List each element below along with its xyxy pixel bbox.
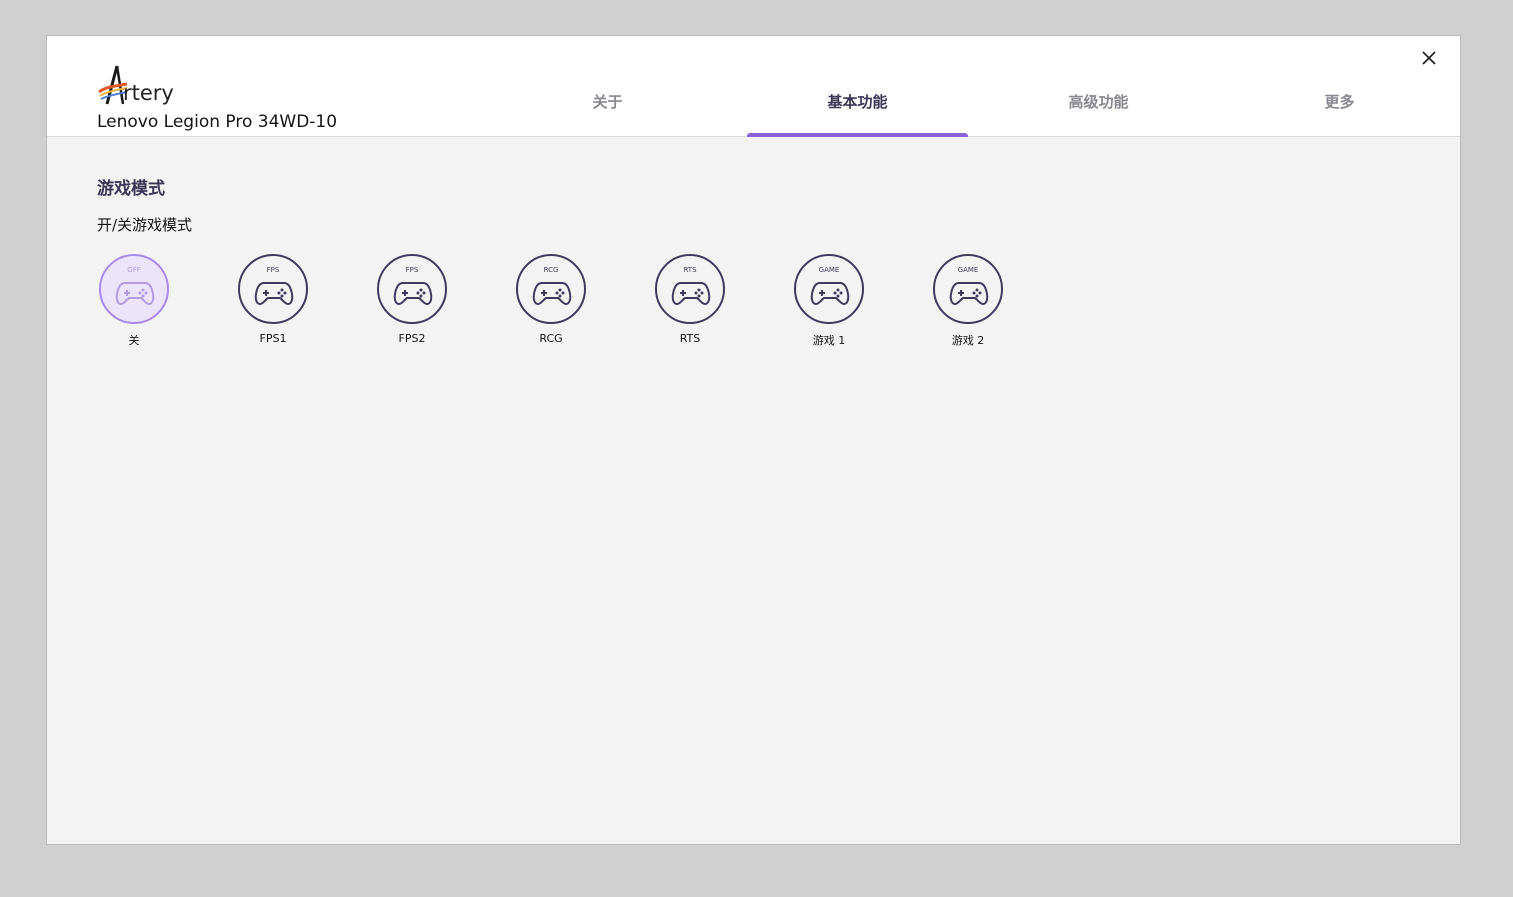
tab-active-indicator — [747, 133, 968, 137]
mode-badge: OFF — [127, 266, 141, 274]
mode-circle: OFF — [99, 254, 169, 324]
mode-badge: RTS — [683, 266, 697, 274]
gamepad-icon — [532, 282, 572, 306]
tab-label: 关于 — [592, 93, 623, 111]
game-mode-rcg-button[interactable]: RCG RCG — [514, 254, 588, 354]
game-mode-fps1-button[interactable]: FPS FPS1 — [236, 254, 310, 354]
section-title: 游戏模式 — [97, 179, 165, 199]
game-mode-game2-button[interactable]: GAME 游戏 2 — [931, 254, 1005, 354]
gamepad-icon — [810, 282, 850, 306]
main-tabs: 关于 基本功能 高级功能 更多 — [497, 36, 1460, 137]
game-mode-fps2-button[interactable]: FPS FPS2 — [375, 254, 449, 354]
mode-label: 游戏 2 — [951, 334, 985, 347]
mode-label: RTS — [679, 332, 701, 345]
mode-label: RCG — [539, 332, 563, 345]
mode-circle: FPS — [377, 254, 447, 324]
section-subtitle: 开/关游戏模式 — [97, 216, 193, 234]
mode-circle: RTS — [655, 254, 725, 324]
gamepad-icon — [115, 282, 155, 306]
mode-circle: GAME — [933, 254, 1003, 324]
mode-badge: GAME — [818, 266, 840, 274]
header: rtery Lenovo Legion Pro 34WD-10 关于 基本功能 … — [47, 36, 1460, 137]
mode-badge: GAME — [957, 266, 979, 274]
mode-circle: RCG — [516, 254, 586, 324]
mode-badge: RCG — [543, 266, 559, 274]
game-mode-game1-button[interactable]: GAME 游戏 1 — [792, 254, 866, 354]
mode-label: FPS1 — [259, 332, 287, 345]
tab-about[interactable]: 关于 — [497, 36, 718, 136]
mode-label: FPS2 — [398, 332, 426, 345]
gamepad-icon — [671, 282, 711, 306]
logo-text: rtery — [123, 81, 174, 105]
mode-badge: FPS — [266, 266, 280, 274]
game-mode-off-button[interactable]: OFF 关 — [97, 254, 171, 354]
mode-label: 游戏 1 — [812, 334, 846, 347]
tab-more[interactable]: 更多 — [1229, 36, 1450, 136]
mode-circle: FPS — [238, 254, 308, 324]
gamepad-icon — [254, 282, 294, 306]
tab-label: 更多 — [1324, 93, 1355, 111]
tab-label: 高级功能 — [1068, 93, 1129, 111]
mode-circle: GAME — [794, 254, 864, 324]
device-model-name: Lenovo Legion Pro 34WD-10 — [97, 112, 338, 132]
mode-badge: FPS — [405, 266, 419, 274]
gamepad-icon — [949, 282, 989, 306]
tab-label: 基本功能 — [827, 93, 888, 111]
gamepad-icon — [393, 282, 433, 306]
app-window: rtery Lenovo Legion Pro 34WD-10 关于 基本功能 … — [46, 35, 1461, 845]
tab-advanced-functions[interactable]: 高级功能 — [988, 36, 1209, 136]
tab-basic-functions[interactable]: 基本功能 — [747, 36, 968, 137]
mode-label: 关 — [128, 334, 140, 347]
game-mode-rts-button[interactable]: RTS RTS — [653, 254, 727, 354]
